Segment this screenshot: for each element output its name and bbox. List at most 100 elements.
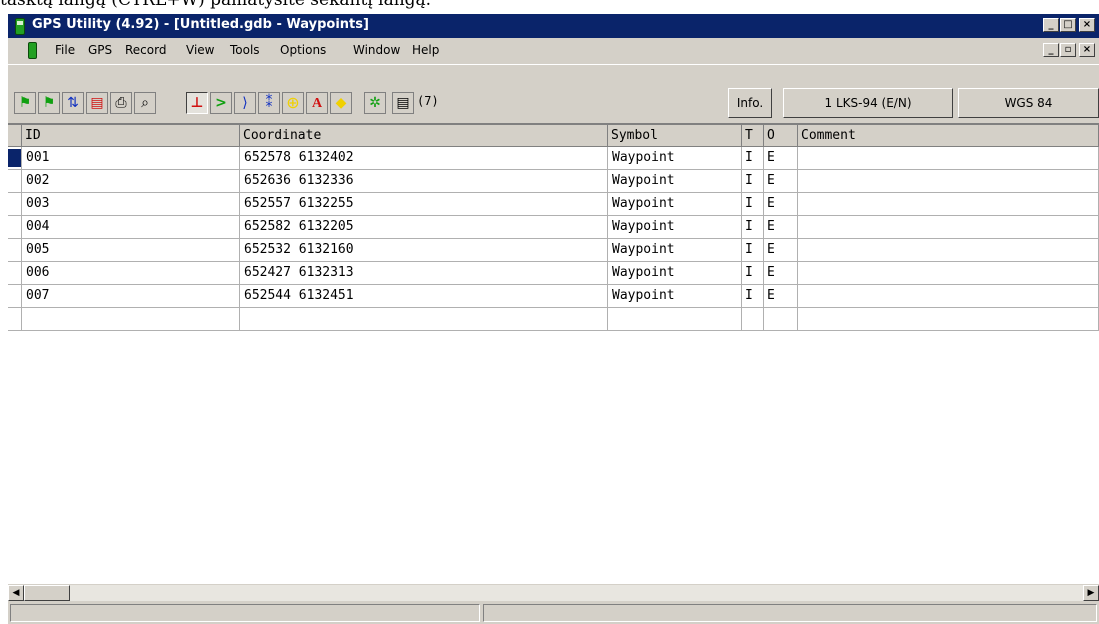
row-selector[interactable]	[8, 239, 22, 262]
track-mode-icon[interactable]: ⟩	[234, 92, 256, 114]
cell-symbol[interactable]: Waypoint	[608, 262, 742, 285]
cell-o[interactable]: E	[764, 193, 798, 216]
row-selector[interactable]	[8, 285, 22, 308]
cell-symbol[interactable]: Waypoint	[608, 285, 742, 308]
menu-tools[interactable]: Tools	[230, 43, 260, 57]
cell-coordinate[interactable]: 652532 6132160	[240, 239, 608, 262]
cell-id[interactable]: 006	[22, 262, 240, 285]
row-selector[interactable]	[8, 147, 22, 170]
cell-t[interactable]: I	[742, 147, 764, 170]
row-selector[interactable]	[8, 170, 22, 193]
cell-symbol[interactable]: Waypoint	[608, 147, 742, 170]
cell-coordinate[interactable]: 652578 6132402	[240, 147, 608, 170]
cell-id[interactable]: 004	[22, 216, 240, 239]
cell-symbol[interactable]: Waypoint	[608, 239, 742, 262]
cell-comment[interactable]	[798, 216, 1099, 239]
cell-t[interactable]: I	[742, 170, 764, 193]
close-button[interactable]: ×	[1079, 18, 1095, 32]
route-mode-icon[interactable]: >	[210, 92, 232, 114]
cell-symbol[interactable]	[608, 308, 742, 331]
cell-t[interactable]	[742, 308, 764, 331]
table-row[interactable]: 005 652532 6132160 Waypoint I E	[8, 239, 1099, 262]
cell-t[interactable]: I	[742, 239, 764, 262]
table-row[interactable]: 003 652557 6132255 Waypoint I E	[8, 193, 1099, 216]
menu-file[interactable]: File	[55, 43, 75, 57]
waypoint-edit-icon[interactable]: ⚑	[38, 92, 60, 114]
cell-t[interactable]: I	[742, 193, 764, 216]
cell-t[interactable]: I	[742, 262, 764, 285]
cell-coordinate[interactable]: 652557 6132255	[240, 193, 608, 216]
cell-symbol[interactable]: Waypoint	[608, 193, 742, 216]
table-row[interactable]: 002 652636 6132336 Waypoint I E	[8, 170, 1099, 193]
doc-restore-button[interactable]: ▫	[1060, 43, 1076, 57]
cell-o[interactable]: E	[764, 285, 798, 308]
menu-gps[interactable]: GPS	[88, 43, 112, 57]
menu-view[interactable]: View	[186, 43, 214, 57]
cell-comment[interactable]	[798, 147, 1099, 170]
row-selector[interactable]	[8, 193, 22, 216]
menu-record[interactable]: Record	[125, 43, 166, 57]
area-mode-icon[interactable]: ◆	[330, 92, 352, 114]
cell-o[interactable]: E	[764, 216, 798, 239]
app-icon[interactable]	[15, 18, 25, 35]
text-mode-icon[interactable]: A	[306, 92, 328, 114]
cell-id[interactable]: 001	[22, 147, 240, 170]
table-row[interactable]: 006 652427 6132313 Waypoint I E	[8, 262, 1099, 285]
cell-comment[interactable]	[798, 170, 1099, 193]
list-icon[interactable]: ▤	[392, 92, 414, 114]
cell-id[interactable]: 002	[22, 170, 240, 193]
row-selector[interactable]	[8, 262, 22, 285]
table-row[interactable]: 001 652578 6132402 Waypoint I E	[8, 147, 1099, 170]
cell-comment[interactable]	[798, 239, 1099, 262]
waypoint-new-icon[interactable]: ⚑	[14, 92, 36, 114]
cell-symbol[interactable]: Waypoint	[608, 216, 742, 239]
maximize-button[interactable]: □	[1060, 18, 1076, 32]
search-icon[interactable]: ⌕	[134, 92, 156, 114]
menu-window[interactable]: Window	[353, 43, 400, 57]
datum-button[interactable]: WGS 84	[958, 88, 1099, 118]
menu-help[interactable]: Help	[412, 43, 439, 57]
cell-coordinate[interactable]	[240, 308, 608, 331]
horizontal-scrollbar[interactable]: ◀ ▶	[8, 584, 1099, 601]
cell-o[interactable]	[764, 308, 798, 331]
column-header-id[interactable]: ID	[22, 125, 240, 147]
record-icon[interactable]: ▤	[86, 92, 108, 114]
doc-minimize-button[interactable]: _	[1043, 43, 1059, 57]
cell-symbol[interactable]: Waypoint	[608, 170, 742, 193]
cell-o[interactable]: E	[764, 262, 798, 285]
cell-id[interactable]: 007	[22, 285, 240, 308]
table-row[interactable]	[8, 308, 1099, 331]
cell-comment[interactable]	[798, 193, 1099, 216]
title-bar[interactable]: GPS Utility (4.92) - [Untitled.gdb - Way…	[8, 14, 1099, 38]
colour-icon[interactable]: ✲	[364, 92, 386, 114]
grid-system-button[interactable]: 1 LKS-94 (E/N)	[783, 88, 953, 118]
cell-coordinate[interactable]: 652427 6132313	[240, 262, 608, 285]
scroll-left-icon[interactable]: ◀	[8, 585, 24, 601]
cell-coordinate[interactable]: 652544 6132451	[240, 285, 608, 308]
scroll-right-icon[interactable]: ▶	[1083, 585, 1099, 601]
target-mode-icon[interactable]: ⊕	[282, 92, 304, 114]
cell-o[interactable]: E	[764, 170, 798, 193]
minimize-button[interactable]: _	[1043, 18, 1059, 32]
scroll-thumb[interactable]	[24, 585, 70, 601]
row-selector[interactable]	[8, 308, 22, 331]
cell-coordinate[interactable]: 652582 6132205	[240, 216, 608, 239]
cell-comment[interactable]	[798, 308, 1099, 331]
trackpoint-mode-icon[interactable]: ⁑	[258, 92, 280, 114]
column-header-o[interactable]: O	[764, 125, 798, 147]
column-header-symbol[interactable]: Symbol	[608, 125, 742, 147]
cell-id[interactable]: 005	[22, 239, 240, 262]
cell-id[interactable]	[22, 308, 240, 331]
column-header-t[interactable]: T	[742, 125, 764, 147]
cell-o[interactable]: E	[764, 239, 798, 262]
menu-options[interactable]: Options	[280, 43, 326, 57]
cell-t[interactable]: I	[742, 285, 764, 308]
document-icon[interactable]	[28, 42, 37, 59]
info-button[interactable]: Info.	[728, 88, 772, 118]
cell-id[interactable]: 003	[22, 193, 240, 216]
cell-t[interactable]: I	[742, 216, 764, 239]
transfer-icon[interactable]: ⇅	[62, 92, 84, 114]
cell-comment[interactable]	[798, 262, 1099, 285]
column-header-comment[interactable]: Comment	[798, 125, 1099, 147]
cell-coordinate[interactable]: 652636 6132336	[240, 170, 608, 193]
